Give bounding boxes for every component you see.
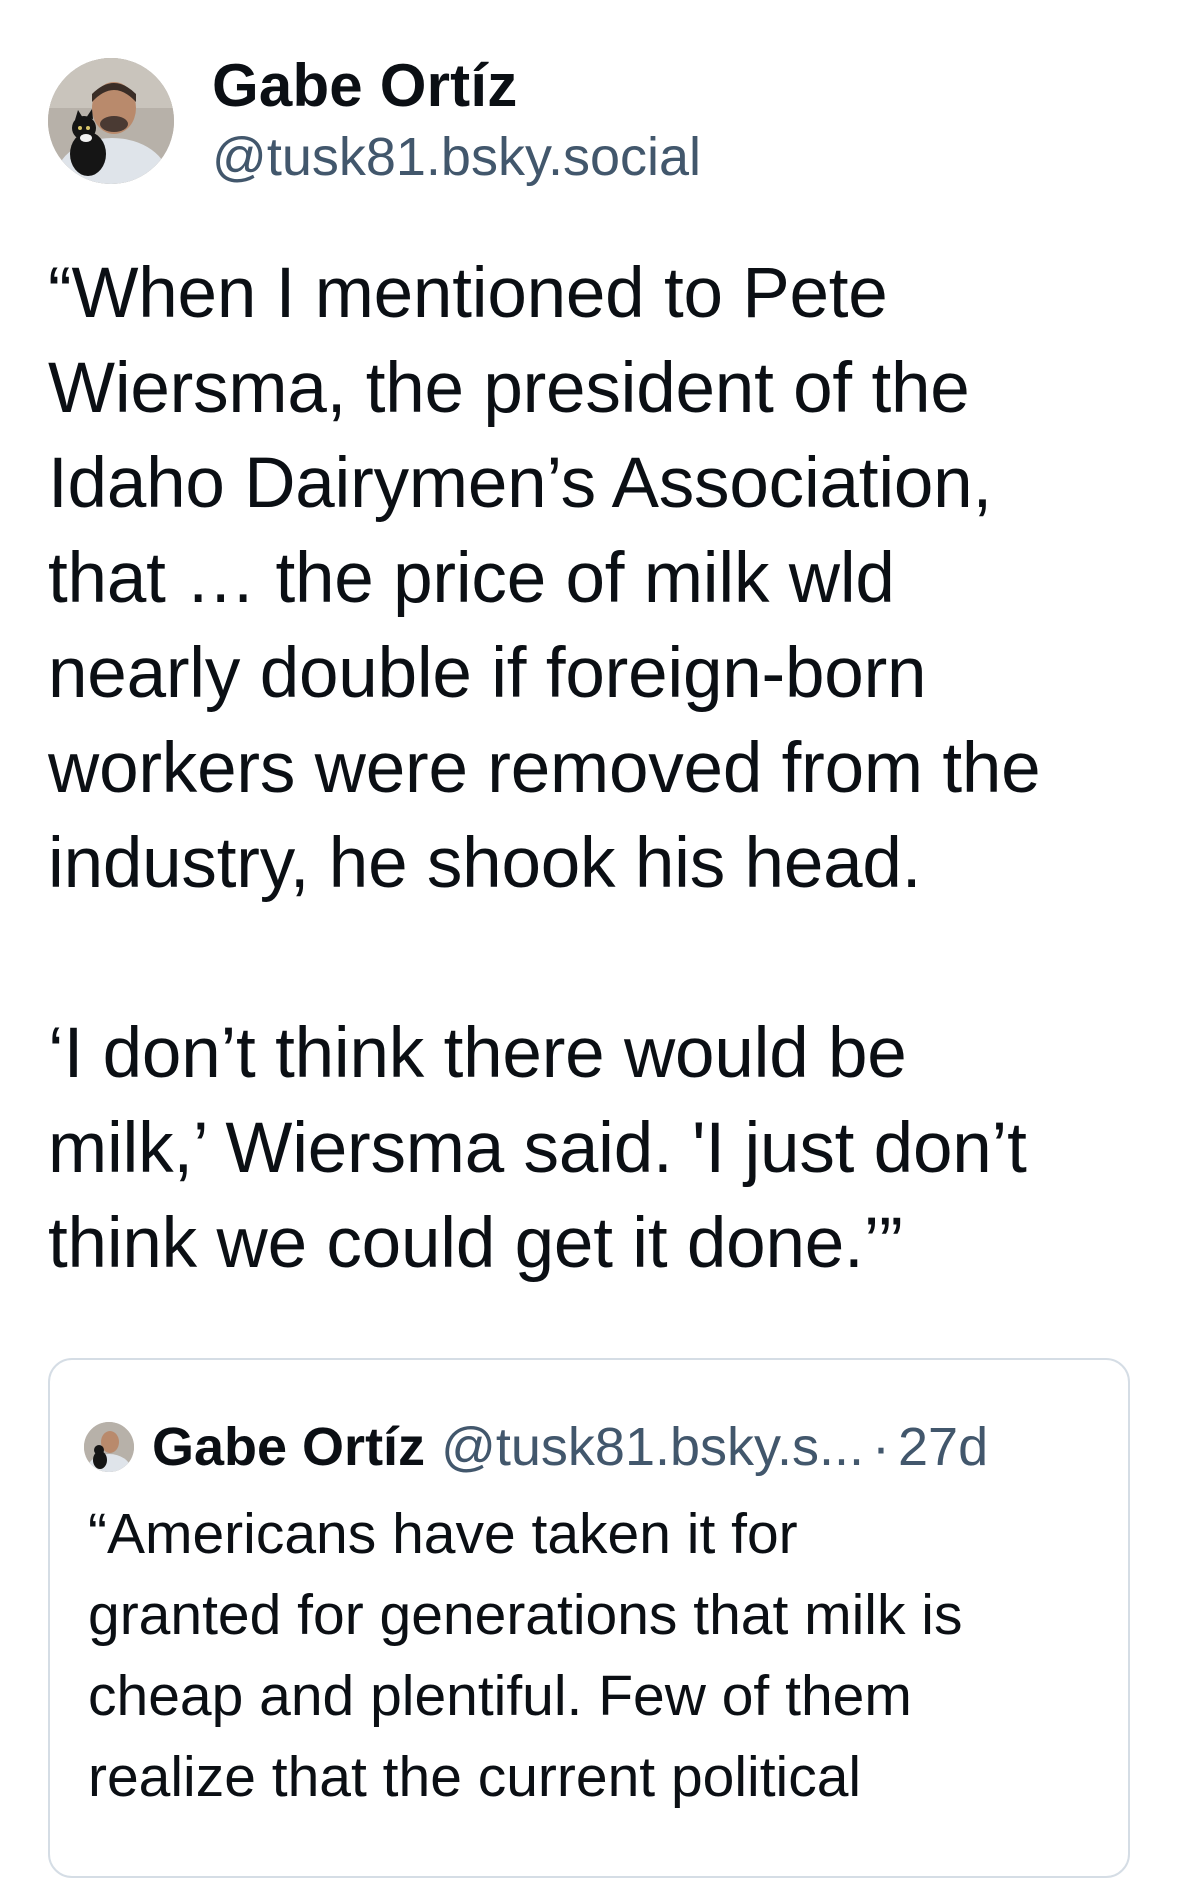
avatar-image <box>48 58 174 184</box>
quoted-post-header: Gabe Ortíz @tusk81.bsky.s... · 27d <box>84 1412 1098 1482</box>
author-block: Gabe Ortíz @tusk81.bsky.social <box>212 50 701 192</box>
author-handle[interactable]: @tusk81.bsky.social <box>212 122 701 192</box>
quoted-avatar-image <box>84 1422 134 1472</box>
avatar[interactable] <box>48 58 174 184</box>
quoted-post-card[interactable]: Gabe Ortíz @tusk81.bsky.s... · 27d “Amer… <box>48 1358 1130 1878</box>
quoted-post-text: “Americans have taken it for granted for… <box>88 1502 963 1809</box>
quoted-avatar <box>84 1422 134 1472</box>
quoted-author-name[interactable]: Gabe Ortíz <box>152 1412 425 1482</box>
post-header: Gabe Ortíz @tusk81.bsky.social <box>48 52 701 187</box>
post-text: “When I mentioned to Pete Wiersma, the p… <box>48 254 1041 1283</box>
author-name[interactable]: Gabe Ortíz <box>212 50 701 122</box>
quoted-separator: · <box>872 1417 891 1477</box>
post: Gabe Ortíz @tusk81.bsky.social “When I m… <box>0 0 1179 1878</box>
quoted-author-handle[interactable]: @tusk81.bsky.s... <box>441 1412 864 1482</box>
quoted-post-age[interactable]: 27d <box>898 1412 988 1482</box>
